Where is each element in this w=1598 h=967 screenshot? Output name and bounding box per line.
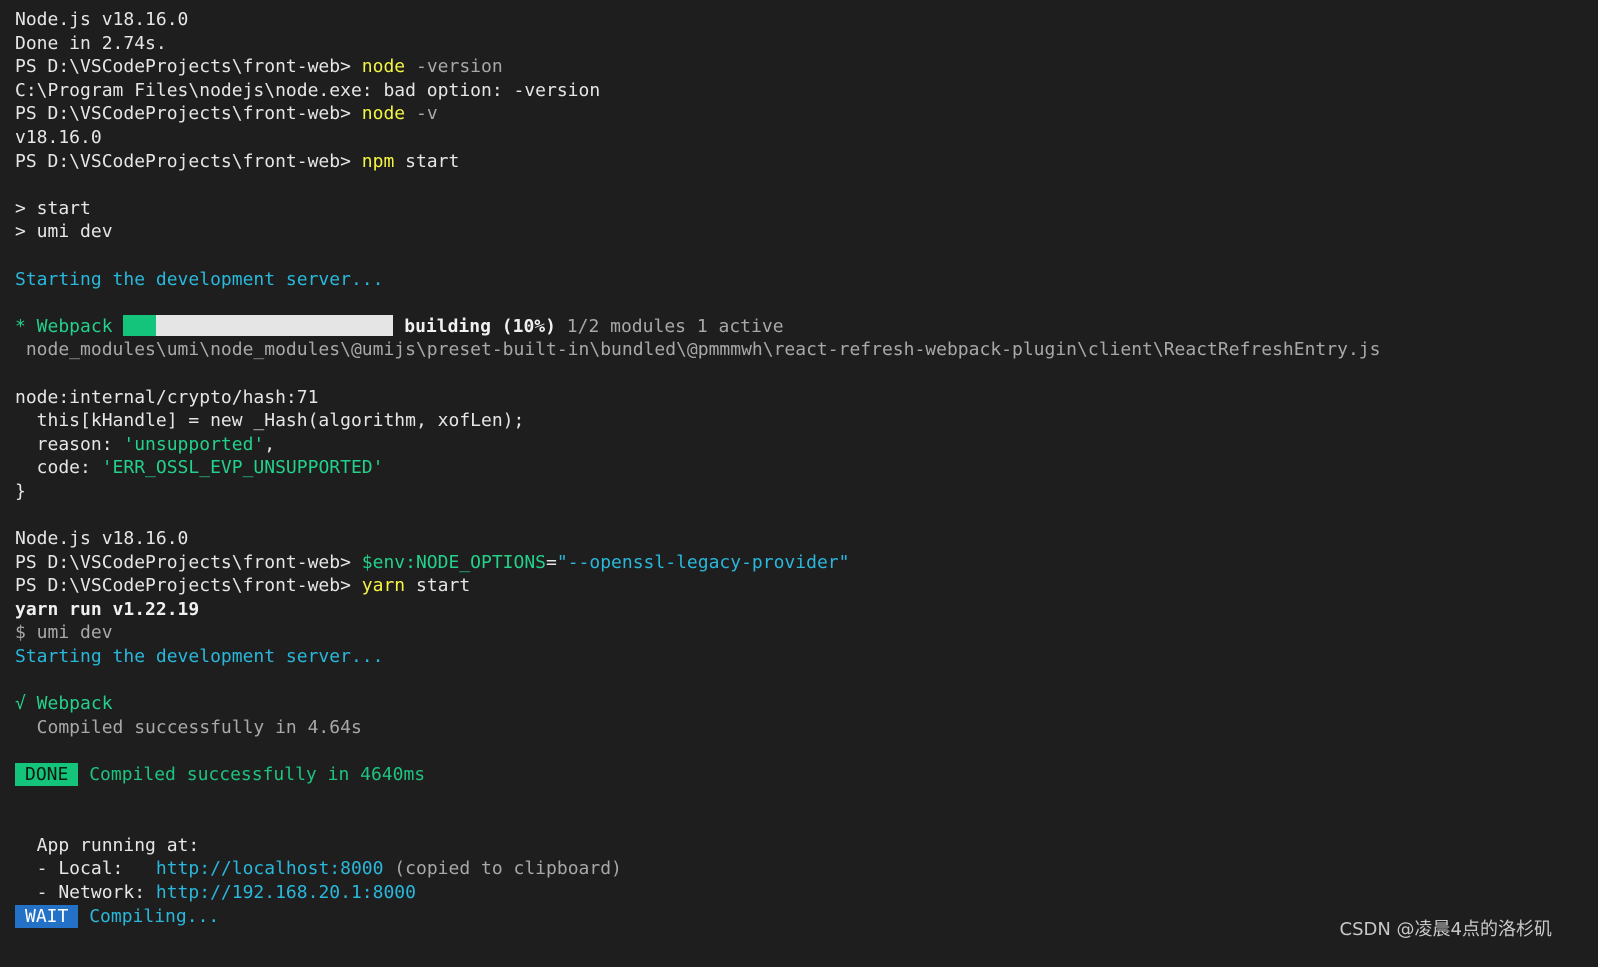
output-line: }	[15, 480, 26, 502]
output-line: code: 'ERR_OSSL_EVP_UNSUPPORTED'	[15, 456, 1588, 480]
command: npm	[361, 150, 395, 172]
progress-bar	[123, 314, 394, 336]
output-line: Starting the development server...	[15, 646, 384, 668]
output-line: $ umi dev	[15, 622, 113, 644]
output-line: Compiled successfully in 4.64s	[15, 716, 362, 738]
output-line: node_modules\umi\node_modules\@umijs\pre…	[15, 339, 1381, 361]
output-line: this[kHandle] = new _Hash(algorithm, xof…	[15, 410, 525, 432]
url-note: (copied to clipboard)	[383, 858, 622, 880]
watermark: CSDN @凌晨4点的洛杉矶	[1339, 919, 1553, 940]
env-variable: $env:NODE_OPTIONS	[361, 551, 547, 573]
output-line: App running at:	[15, 834, 200, 856]
url-label: - Local:	[15, 858, 156, 880]
webpack-progress-line: * Webpack building (10%) 1/2 modules 1 a…	[15, 314, 1588, 339]
object-key: code:	[15, 457, 102, 479]
prompt-line: PS D:\VSCodeProjects\front-web> npm star…	[15, 150, 1588, 174]
output-line: Starting the development server...	[15, 268, 384, 290]
punctuation: =	[546, 551, 557, 573]
output-line: DONE Compiled successfully in 4640ms	[15, 763, 1588, 787]
output-line: √ Webpack	[15, 693, 113, 715]
output-line: Done in 2.74s.	[15, 32, 167, 54]
network-url-link[interactable]: http://192.168.20.1:8000	[156, 882, 416, 903]
output-line: C:\Program Files\nodejs\node.exe: bad op…	[15, 79, 601, 101]
webpack-label: * Webpack	[15, 315, 113, 337]
local-url-link[interactable]: http://localhost:8000	[156, 858, 384, 879]
terminal-output[interactable]: Node.js v18.16.0 Done in 2.74s. PS D:\VS…	[15, 8, 1588, 928]
output-line: > start	[15, 197, 91, 219]
output-line: yarn run v1.22.19	[15, 598, 200, 620]
command-arg: start	[394, 150, 460, 172]
output-line: Node.js v18.16.0	[15, 528, 189, 550]
prompt-line: PS D:\VSCodeProjects\front-web> yarn sta…	[15, 574, 1588, 598]
output-line: reason: 'unsupported',	[15, 433, 1588, 457]
status-message: Compiled successfully in 4640ms	[78, 764, 426, 785]
command-arg: -version	[405, 56, 503, 78]
wait-badge: WAIT	[15, 904, 79, 928]
prompt: PS D:\VSCodeProjects\front-web>	[15, 551, 362, 573]
command: yarn	[361, 575, 406, 597]
output-line: - Local: http://localhost:8000 (copied t…	[15, 857, 1588, 881]
command: node	[361, 56, 406, 78]
output-line: - Network: http://192.168.20.1:8000	[15, 881, 1588, 905]
prompt-line: PS D:\VSCodeProjects\front-web> node -v	[15, 102, 1588, 126]
string-value: 'ERR_OSSL_EVP_UNSUPPORTED'	[101, 457, 384, 479]
output-line: > umi dev	[15, 221, 113, 243]
prompt: PS D:\VSCodeProjects\front-web>	[15, 103, 362, 125]
punctuation: ,	[264, 433, 276, 455]
object-key: reason:	[15, 433, 124, 455]
command: node	[361, 103, 406, 125]
status-message: Compiling...	[78, 905, 220, 927]
progress-bar-fill	[123, 314, 156, 336]
prompt: PS D:\VSCodeProjects\front-web>	[15, 150, 362, 172]
output-line: v18.16.0	[15, 126, 102, 148]
string-value: "--openssl-legacy-provider"	[556, 551, 850, 573]
build-detail: 1/2 modules 1 active	[555, 315, 784, 337]
url-label: - Network:	[15, 881, 156, 903]
prompt-line: PS D:\VSCodeProjects\front-web> node -ve…	[15, 55, 1588, 79]
command-arg: start	[405, 575, 471, 597]
output-line: node:internal/crypto/hash:71	[15, 386, 319, 408]
output-line: Node.js v18.16.0	[15, 9, 189, 30]
prompt-line: PS D:\VSCodeProjects\front-web> $env:NOD…	[15, 551, 1588, 575]
done-badge: DONE	[15, 763, 79, 786]
prompt: PS D:\VSCodeProjects\front-web>	[15, 575, 362, 597]
prompt: PS D:\VSCodeProjects\front-web>	[15, 56, 362, 78]
string-value: 'unsupported'	[123, 433, 265, 455]
command-arg: -v	[405, 103, 438, 125]
build-status: building (10%)	[404, 315, 556, 337]
